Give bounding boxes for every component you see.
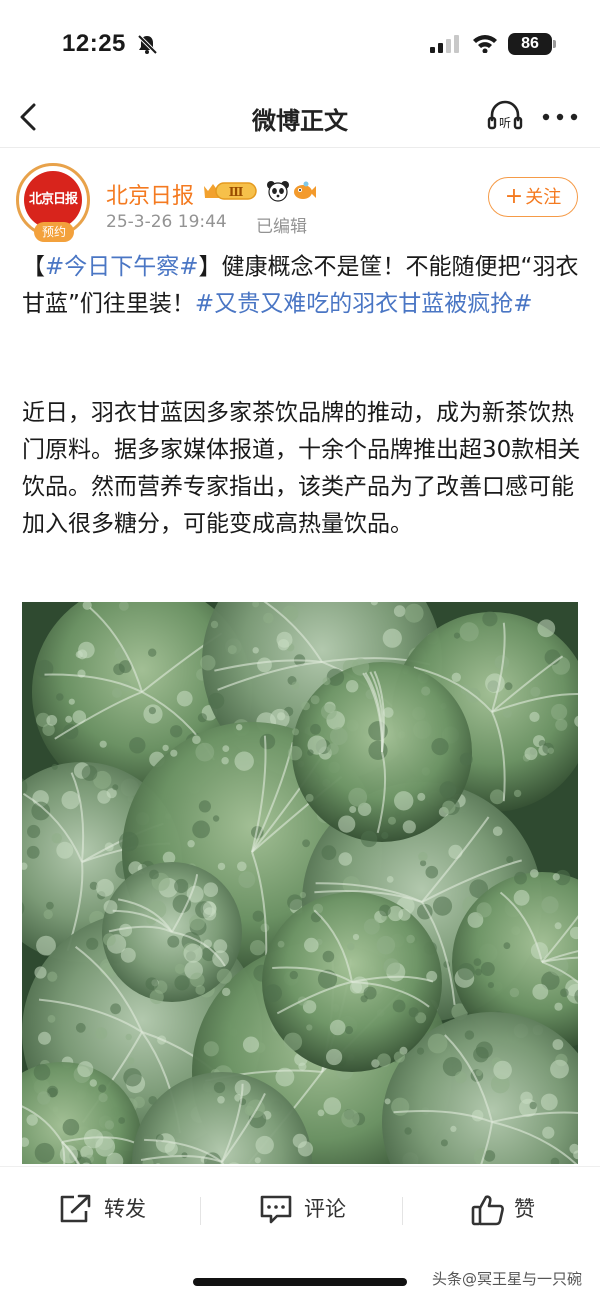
comment-icon xyxy=(260,1195,292,1224)
follow-label: 关注 xyxy=(525,187,562,208)
comment-button[interactable]: 评论 xyxy=(258,1191,368,1227)
watermark: 头条@冥王星与一只碗 xyxy=(432,1270,583,1288)
follow-button[interactable]: + 关注 xyxy=(488,177,578,217)
signal-icon xyxy=(430,35,459,53)
like-button[interactable]: 赞 xyxy=(470,1191,560,1227)
post-headline: 【#今日下午察#】健康概念不是筐！不能随便把“羽衣甘蓝”们往里装！#又贵又难吃的… xyxy=(22,249,582,323)
action-bar: 转发 评论 赞 xyxy=(0,1166,600,1252)
wifi-icon xyxy=(473,35,497,53)
post-timestamp: 25-3-26 19:44 xyxy=(106,212,227,232)
bell-off-icon xyxy=(137,34,158,55)
svg-text:听: 听 xyxy=(499,116,511,130)
thumbs-up-icon xyxy=(471,1195,504,1226)
like-label: 赞 xyxy=(514,1197,535,1221)
topic-link[interactable]: #又贵又难吃的羽衣甘蓝被疯抢# xyxy=(195,291,533,317)
post-paragraph: 近日，羽衣甘蓝因多家茶饮品牌的推动，成为新茶饮热门原料。据多家媒体报道，十余个品… xyxy=(22,400,581,537)
home-indicator xyxy=(193,1278,407,1286)
avatar-logo: 北京日报 xyxy=(24,171,82,229)
divider xyxy=(200,1197,201,1225)
listen-icon[interactable]: 听 xyxy=(486,98,524,136)
comment-label: 评论 xyxy=(304,1197,346,1221)
kale-photo xyxy=(22,602,578,1164)
more-dots-icon[interactable] xyxy=(540,104,580,130)
post-image[interactable] xyxy=(22,602,578,1164)
battery-indicator: 86 xyxy=(508,33,552,55)
edited-label: 已编辑 xyxy=(256,217,307,237)
nav-bar: 微博正文 听 xyxy=(0,88,600,148)
repost-button[interactable]: 转发 xyxy=(58,1191,168,1227)
avatar-badge: 预约 xyxy=(34,222,74,242)
author-name[interactable]: 北京日报 xyxy=(106,178,194,210)
bracket-open: 【 xyxy=(22,254,45,280)
status-bar: 12:25 86 xyxy=(0,0,600,88)
fish-icon xyxy=(294,181,316,199)
divider xyxy=(402,1197,403,1225)
topic-link[interactable]: #今日下午察# xyxy=(45,254,199,280)
repost-label: 转发 xyxy=(104,1197,146,1221)
status-time: 12:25 xyxy=(62,30,126,57)
share-icon xyxy=(60,1194,91,1223)
bracket-close: 】 xyxy=(198,254,222,280)
vip-level-badge: Ⅲ xyxy=(204,182,257,200)
panda-icon xyxy=(267,181,289,202)
vip-level-text: Ⅲ xyxy=(229,185,244,199)
battery-tip xyxy=(553,40,556,48)
plus-icon: + xyxy=(504,184,524,209)
